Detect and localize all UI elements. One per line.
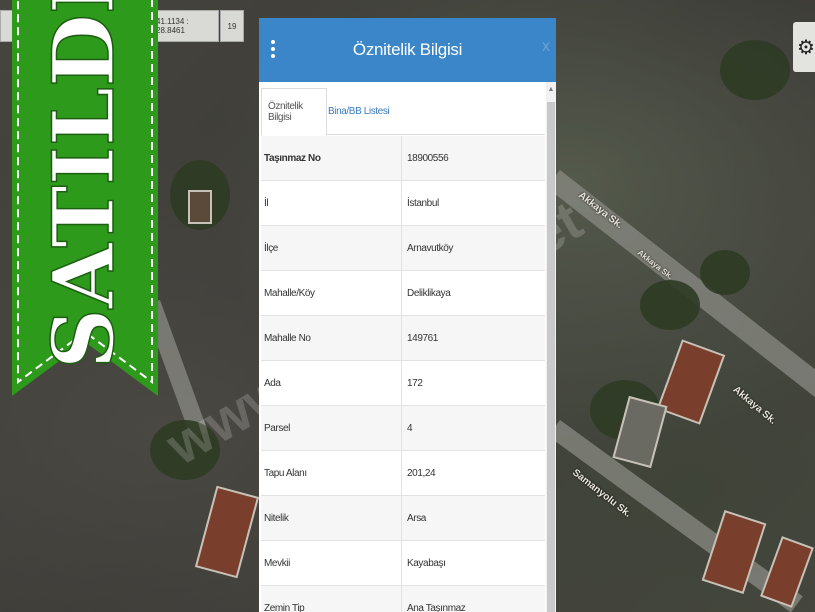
attribute-key: İlçe (261, 226, 402, 270)
attribute-key: Mahalle/Köy (261, 271, 402, 315)
scroll-thumb[interactable] (547, 102, 555, 612)
tree (700, 250, 750, 295)
sold-banner: SATILDI (12, 0, 158, 396)
table-row: İlçe Arnavutköy (261, 226, 545, 271)
tree (720, 40, 790, 100)
banner-text: SATILDI (34, 0, 133, 369)
close-icon[interactable]: x (542, 38, 550, 56)
tab-attribute-info[interactable]: Öznitelik Bilgisi (261, 88, 327, 136)
tab-building-list[interactable]: Bina/BB Listesi (328, 88, 390, 134)
panel-tabs: Öznitelik Bilgisi Bina/BB Listesi (261, 88, 545, 136)
attribute-key: Parsel (261, 406, 402, 450)
building (194, 485, 260, 579)
gear-icon: ⚙ (797, 36, 815, 59)
attribute-value: Arsa (407, 512, 426, 524)
attribute-value: 201,24 (407, 467, 436, 479)
road-label: Akkaya Sk. (730, 384, 779, 427)
attribute-key: Nitelik (261, 496, 402, 540)
attribute-value: 4 (407, 422, 413, 434)
table-row: Ada 172 (261, 361, 545, 406)
attribute-value: Arnavutköy (407, 242, 454, 254)
tree (640, 280, 700, 330)
table-row: Mahalle No 149761 (261, 316, 545, 361)
attribute-value: Ana Taşınmaz (407, 602, 466, 612)
attribute-value: İstanbul (407, 197, 439, 209)
scroll-up-icon[interactable]: ▲ (546, 86, 556, 93)
zoom-level: 19 (227, 21, 237, 31)
attribute-key: İl (261, 181, 402, 225)
coordinates-text: 41.1134 : 28.8461 (156, 17, 189, 35)
table-row: Tapu Alanı 201,24 (261, 451, 545, 496)
attribute-value: 172 (407, 377, 423, 389)
table-row: Taşınmaz No 18900556 (261, 136, 545, 181)
panel-scrollbar[interactable]: ▲ (546, 82, 556, 612)
panel-header: Öznitelik Bilgisi x (259, 18, 556, 82)
panel-title: Öznitelik Bilgisi (352, 40, 463, 59)
table-row: Nitelik Arsa (261, 496, 545, 541)
attribute-key: Mevkii (261, 541, 402, 585)
attribute-value: 149761 (407, 332, 438, 344)
attribute-table: Taşınmaz No 18900556 İl İstanbul İlçe Arnavut… (261, 136, 545, 612)
table-row: Parsel 4 (261, 406, 545, 451)
building (760, 536, 814, 608)
settings-button[interactable]: ⚙ (793, 22, 815, 72)
table-row: Zemin Tip Ana Taşınmaz (261, 586, 545, 612)
table-row: Mevkii Kayabaşı (261, 541, 545, 586)
attribute-value: 18900556 (407, 152, 449, 164)
table-row: İl İstanbul (261, 181, 545, 226)
attribute-panel: Öznitelik Bilgisi x Öznitelik Bilgisi Bi… (259, 18, 556, 612)
attribute-value: Deliklikaya (407, 287, 451, 299)
zoom-display[interactable]: 19 (220, 10, 244, 42)
coordinates-display: 41.1134 : 28.8461 (155, 10, 219, 42)
building (656, 339, 726, 425)
table-row: Mahalle/Köy Deliklikaya (261, 271, 545, 316)
building (188, 190, 212, 224)
attribute-key: Ada (261, 361, 402, 405)
attribute-key: Tapu Alanı (261, 451, 402, 495)
attribute-key: Mahalle No (261, 316, 402, 360)
attribute-key: Taşınmaz No (261, 136, 402, 180)
kebab-menu-icon[interactable] (271, 40, 277, 58)
attribute-value: Kayabaşı (407, 557, 446, 569)
attribute-key: Zemin Tip (261, 586, 402, 612)
